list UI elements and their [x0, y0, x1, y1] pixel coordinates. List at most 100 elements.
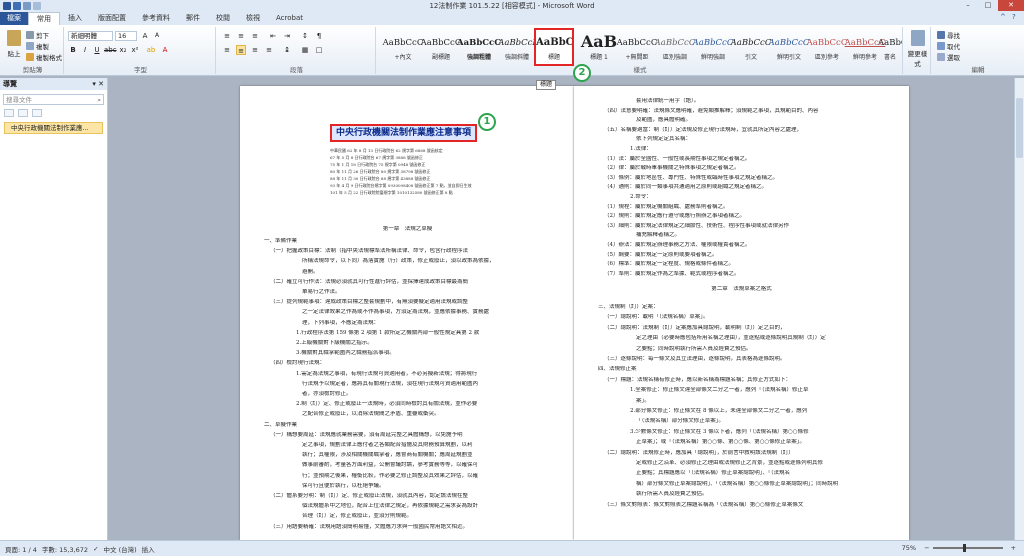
format-painter-button[interactable]: 複製格式: [26, 52, 62, 62]
multilevel-list-icon[interactable]: ≡: [250, 31, 260, 41]
tab-page-layout[interactable]: 版面配置: [90, 12, 134, 25]
minimize-ribbon-icon[interactable]: ^: [1000, 13, 1008, 21]
nav-heading-item[interactable]: 中央行政機關法制作業應...: [4, 122, 103, 134]
paste-button[interactable]: 貼上: [4, 30, 24, 58]
nav-tab-headings[interactable]: [4, 109, 14, 117]
borders-icon[interactable]: □: [314, 45, 324, 55]
text-line: 四、法規修正案: [598, 366, 637, 373]
underline-icon[interactable]: U: [92, 45, 102, 55]
text-line: 避開。: [302, 268, 319, 275]
zoom-slider-knob[interactable]: [962, 544, 966, 552]
search-icon[interactable]: ⌕: [97, 95, 101, 105]
undo-icon[interactable]: [23, 1, 31, 10]
status-bar: 頁面: 1 / 4 字數: 15,3,672 ✓ 中文 (台灣) 插入 75% …: [0, 540, 1024, 556]
align-right-icon[interactable]: ≡: [250, 45, 260, 55]
line-spacing-icon[interactable]: ↨: [282, 45, 292, 55]
text-line: （4）辦法：屬於規定辦理事務之方法、權限或權責者稱之。: [604, 242, 751, 248]
select-button[interactable]: 選取: [937, 52, 960, 62]
text-line: 定之事項，規劃法律上應付者之各類配合措施及其財務預算規劃，以利: [302, 442, 473, 448]
superscript-icon[interactable]: x²: [130, 45, 140, 55]
justify-icon[interactable]: ≡: [264, 45, 274, 55]
ribbon: 貼上 剪下 複製 複製格式 剪貼簿 新細明體 16 A A B I U abc …: [0, 25, 1024, 76]
change-styles-button[interactable]: 變更樣式: [905, 27, 931, 74]
copy-button[interactable]: 複製: [26, 41, 49, 51]
zoom-in-icon[interactable]: +: [1011, 544, 1016, 552]
strikethrough-icon[interactable]: abc: [104, 45, 117, 55]
save-icon[interactable]: [13, 1, 21, 10]
help-icon[interactable]: ?: [1012, 13, 1020, 21]
replace-icon: [937, 42, 945, 50]
shrink-font-icon[interactable]: A: [152, 31, 162, 41]
document-title[interactable]: 中央行政機關法制作業應注意事項: [330, 124, 478, 142]
text-line: （三）條文對照表：條文對照表之標題名稱為「（法規名稱）第○○條修正草案條文: [604, 501, 804, 508]
tab-view[interactable]: 檢視: [238, 12, 268, 25]
bold-icon[interactable]: B: [68, 45, 78, 55]
grow-font-icon[interactable]: A: [140, 31, 150, 41]
increase-indent-icon[interactable]: ⇥: [282, 31, 292, 41]
bullets-icon[interactable]: ≡: [222, 31, 232, 41]
ribbon-tabs: 檔案 常用 插入 版面配置 參考資料 郵件 校閱 檢視 Acrobat ^ ?: [0, 11, 1024, 25]
text-line: （三）提列規範事項：達成政策目標之整套規劃中，有無須要擬定適用法規或調整: [270, 299, 469, 306]
tab-file[interactable]: 檔案: [0, 12, 28, 25]
style-title[interactable]: AaBbC 標題: [534, 28, 574, 66]
maximize-button[interactable]: □: [978, 0, 998, 11]
status-words[interactable]: 字數: 15,3,672: [42, 544, 88, 554]
page-1: 中央行政機關法制作業應注意事項 中華民國 62 年 8 月 13 日行政院台 6…: [240, 86, 575, 540]
font-size-combo[interactable]: 16: [115, 31, 137, 41]
text-line: （1）規程：屬於規定機關組織、處務準則者稱之。: [604, 203, 729, 210]
font-color-icon[interactable]: A: [160, 45, 170, 55]
text-line: （二）確立可行作法：法規必須就其可行性進行評估，並採擇達成政策目標最為簡: [270, 278, 469, 285]
nav-tab-results[interactable]: [32, 109, 42, 117]
text-line: （四）檢討現行法規：: [270, 360, 326, 367]
text-line: （一）把握政策目標：法制（指中央法規標準法所稱法律、命令，包含行政程序法: [270, 248, 469, 255]
tab-acrobat[interactable]: Acrobat: [268, 12, 311, 25]
text-line: 者，亦須檢討修正。: [302, 391, 352, 397]
paragraph-group-label: 段落: [290, 66, 303, 74]
decrease-indent-icon[interactable]: ⇤: [268, 31, 278, 41]
zoom-slider[interactable]: [932, 544, 1003, 552]
highlight-icon[interactable]: ab: [146, 45, 156, 55]
align-left-icon[interactable]: ≡: [222, 45, 232, 55]
text-line: 之要點；同時說明執行所需人員及經費之預估。: [636, 345, 752, 352]
close-button[interactable]: ✕: [998, 0, 1024, 11]
shading-icon[interactable]: ▦: [300, 45, 310, 55]
tab-home[interactable]: 常用: [28, 12, 60, 25]
tab-mailings[interactable]: 郵件: [178, 12, 208, 25]
binoculars-icon: [937, 31, 945, 39]
status-page[interactable]: 頁面: 1 / 4: [5, 544, 37, 554]
tab-review[interactable]: 校閱: [208, 12, 238, 25]
text-line: （3）細則：屬於規定法律規定之細節性、技術性、程序性事項或就法律另作: [604, 222, 790, 229]
nav-search-input[interactable]: 搜尋文件 ⌕: [3, 94, 104, 105]
find-button[interactable]: 尋找: [937, 30, 960, 40]
scroll-thumb[interactable]: [1016, 98, 1023, 158]
nav-close-icon[interactable]: ▾ ✕: [92, 78, 104, 90]
align-center-icon[interactable]: ≡: [236, 45, 246, 55]
show-marks-icon[interactable]: ¶: [314, 31, 324, 41]
subscript-icon[interactable]: x₂: [118, 45, 128, 55]
cut-button[interactable]: 剪下: [26, 30, 49, 40]
tab-references[interactable]: 參考資料: [134, 12, 178, 25]
text-line: 行；並預期之後果，權衡比較，作必要之修正調整及其效果之評估，以確: [302, 472, 479, 479]
proofing-icon[interactable]: ✓: [93, 545, 98, 553]
tab-insert[interactable]: 插入: [60, 12, 90, 25]
vertical-scrollbar[interactable]: [1014, 78, 1024, 540]
text-line: 101 年 5 月 22 日行政院院臺規字第 1010132580 號函修正第 …: [330, 190, 453, 195]
text-line: （5）綱要：屬於規定一定原則或要項者稱之。: [604, 251, 718, 258]
zoom-out-icon[interactable]: −: [924, 544, 929, 552]
text-line: 之配合修正或廢止，以消除法規間之矛盾、重疊或衝突。: [302, 411, 440, 418]
numbering-icon[interactable]: ≡: [236, 31, 246, 41]
italic-icon[interactable]: I: [80, 45, 90, 55]
replace-button[interactable]: 取代: [937, 41, 960, 51]
text-line: （二）總說明：法規修正時，應加具「總說明」，於前言中敘明該法規制（訂）: [604, 449, 794, 456]
editing-group-label: 編輯: [971, 66, 985, 74]
minimize-button[interactable]: –: [958, 0, 978, 11]
nav-tab-pages[interactable]: [18, 109, 28, 117]
text-line: （一）總說明：載明「（法規名稱）草案」。: [604, 314, 709, 321]
font-name-combo[interactable]: 新細明體: [68, 31, 113, 41]
zoom-level[interactable]: 75%: [902, 544, 916, 552]
style-book-title[interactable]: AaBbCcC 書名: [878, 30, 902, 64]
status-language[interactable]: 中文 (台灣): [104, 544, 137, 554]
sort-icon[interactable]: ↕: [300, 31, 310, 41]
redo-icon[interactable]: [33, 1, 41, 10]
status-mode[interactable]: 插入: [142, 544, 155, 554]
